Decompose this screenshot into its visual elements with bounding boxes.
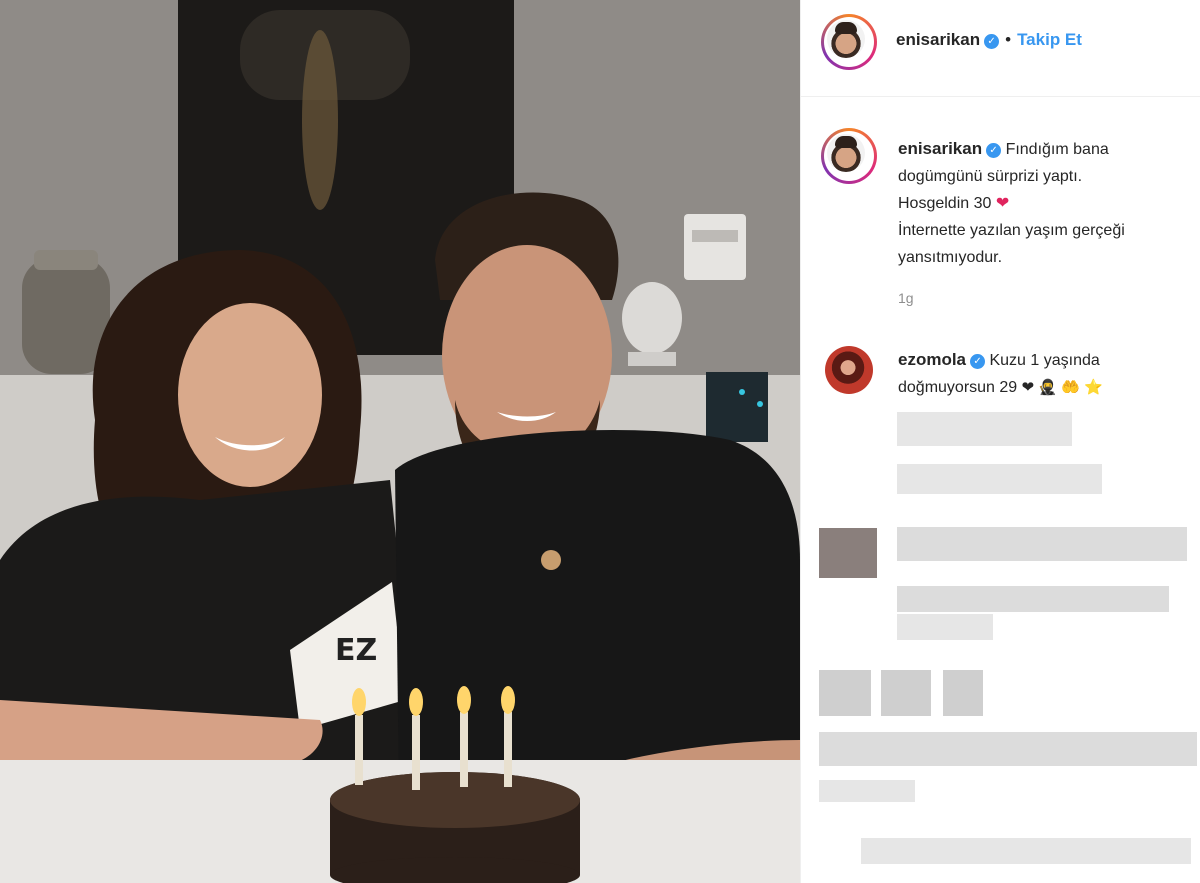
comment-item: ezomola ✓ Kuzu 1 yaşında doğmuyorsun 29 ❤… bbox=[898, 346, 1198, 401]
header-user-line: enisarikan ✓ • Takip Et bbox=[896, 30, 1082, 50]
birthday-photo: EZ bbox=[0, 0, 800, 883]
blurred-icon bbox=[943, 670, 983, 716]
commenter-avatar[interactable] bbox=[825, 346, 873, 394]
blurred-comment bbox=[861, 838, 1191, 864]
post-timestamp[interactable]: 1g bbox=[898, 290, 914, 306]
blurred-comment bbox=[819, 780, 915, 802]
post-header: enisarikan ✓ • Takip Et bbox=[801, 0, 1200, 97]
blurred-avatar bbox=[819, 528, 877, 578]
blurred-comment bbox=[897, 412, 1072, 446]
post-side-panel: enisarikan ✓ • Takip Et enisarikan ✓ Fındığı… bbox=[800, 0, 1200, 883]
follow-button[interactable]: Takip Et bbox=[1017, 30, 1082, 49]
author-avatar[interactable] bbox=[821, 14, 877, 70]
post-photo[interactable]: EZ bbox=[0, 0, 800, 883]
caption-author-avatar[interactable] bbox=[821, 128, 877, 184]
post-caption: enisarikan ✓ Fındığım bana dogümgünü sürp… bbox=[898, 135, 1198, 271]
blurred-comment bbox=[897, 614, 993, 640]
blurred-comment bbox=[819, 732, 1197, 766]
blurred-comment bbox=[897, 527, 1187, 561]
blurred-comment bbox=[897, 586, 1169, 612]
comment-text-line-2: doğmuyorsun 29 bbox=[898, 379, 1018, 396]
caption-line-2: dogümgünü sürprizi yaptı. bbox=[898, 168, 1083, 185]
separator-dot: • bbox=[1005, 30, 1012, 49]
caption-username[interactable]: enisarikan bbox=[898, 139, 982, 158]
verified-badge-icon: ✓ bbox=[970, 354, 986, 369]
heart-emoji-icon: ❤ bbox=[995, 195, 1010, 212]
sweatshirt-print: EZ bbox=[335, 633, 377, 668]
caption-line-4: İnternette yazılan yaşım gerçeği bbox=[898, 222, 1125, 239]
verified-badge-icon: ✓ bbox=[984, 34, 1000, 49]
comment-username[interactable]: ezomola bbox=[898, 350, 966, 369]
blurred-icon bbox=[881, 670, 931, 716]
caption-line-1: Fındığım bana bbox=[1005, 141, 1109, 158]
comment-emojis: ❤ 🥷 🤲 ⭐ bbox=[1021, 379, 1103, 396]
caption-line-3: Hosgeldin 30 bbox=[898, 195, 992, 212]
comment-text-line-1: Kuzu 1 yaşında bbox=[989, 352, 1100, 369]
verified-badge-icon: ✓ bbox=[986, 143, 1002, 158]
caption-line-5: yansıtmıyodur. bbox=[898, 249, 1003, 266]
blurred-avatar bbox=[819, 670, 871, 716]
author-username[interactable]: enisarikan bbox=[896, 30, 980, 49]
blurred-comment bbox=[897, 464, 1102, 494]
